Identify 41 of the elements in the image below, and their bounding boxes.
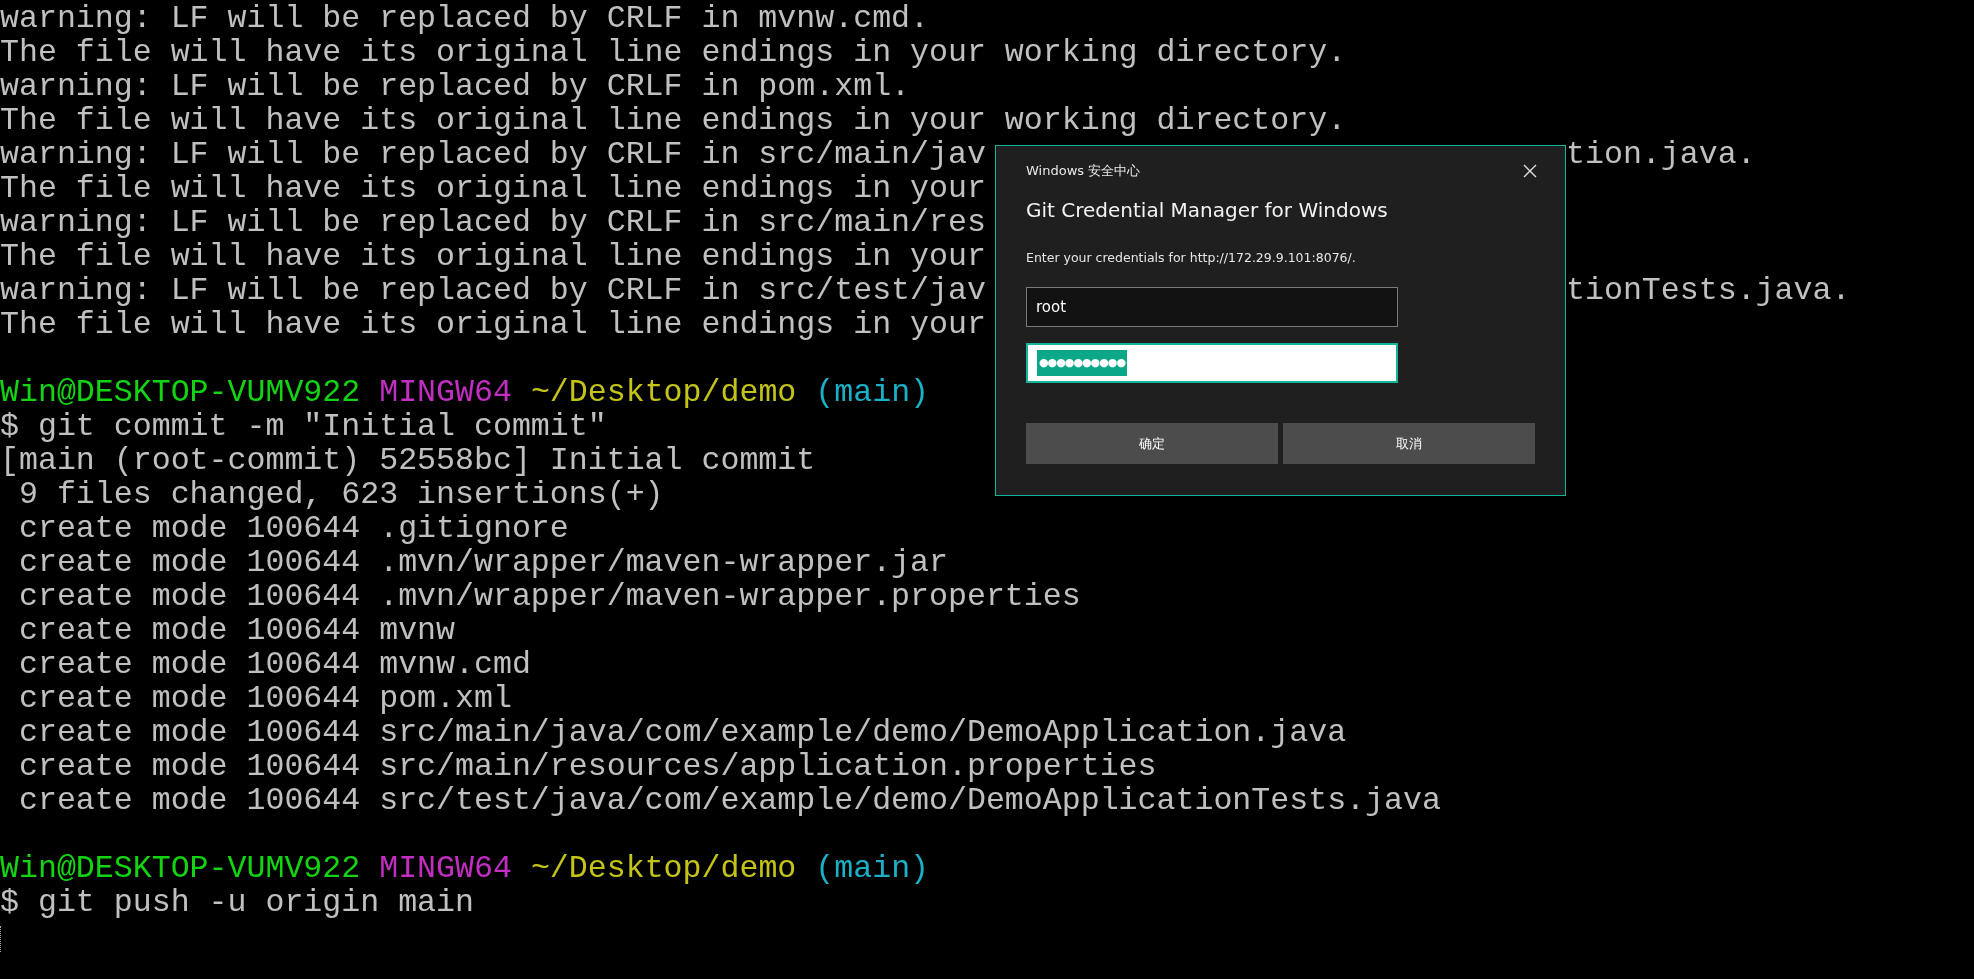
terminal-line: The file will have its original line endings in your working directory.	[0, 103, 1347, 138]
terminal-line: create mode 100644 mvnw.cmd	[17, 647, 531, 682]
terminal-line: $ git commit -m "Initial commit"	[0, 409, 607, 444]
terminal-line: create mode 100644 src/main/resources/application.properties	[17, 749, 1157, 784]
dialog-heading: Git Credential Manager for Windows	[1026, 198, 1389, 222]
terminal-line: create mode 100644 .mvn/wrapper/maven-wrapper.properties	[17, 579, 1081, 614]
terminal-line: The file will have its original line endings in your working directory.	[0, 35, 1347, 70]
terminal-line: warning: LF will be replaced by CRLF in src/main/jav	[0, 138, 986, 172]
terminal-line: warning: LF will be replaced by CRLF in src/main/res	[0, 205, 986, 240]
terminal-line: The file will have its original line endings in your	[0, 307, 986, 342]
prompt-text: MINGW64	[379, 375, 512, 410]
prompt-text: ~/Desktop/demo	[530, 375, 797, 410]
terminal-line: create mode 100644 .mvn/wrapper/maven-wrapper.jar	[17, 545, 948, 580]
terminal-line: create mode 100644 src/main/java/com/example/demo/DemoApplication.java	[17, 715, 1347, 750]
terminal-line: $ git push -u origin main	[0, 885, 474, 920]
ok-button[interactable]: 确定	[1026, 423, 1278, 464]
terminal-line: warning: LF will be replaced by CRLF in src/test/jav	[0, 274, 986, 308]
terminal-line: create mode 100644 src/test/java/com/example/demo/DemoApplicationTests.java	[17, 783, 1441, 818]
close-icon[interactable]	[1523, 164, 1537, 178]
text-cursor	[0, 926, 1, 952]
terminal-line: tion.java.	[1566, 138, 1756, 172]
window-title: Windows 安全中心	[1026, 162, 1141, 180]
terminal-line: The file will have its original line endings in your	[0, 239, 986, 274]
prompt-text: Win@DESKTOP-VUMV922	[0, 851, 361, 886]
terminal-line: create mode 100644 pom.xml	[17, 681, 512, 716]
prompt-text: ~/Desktop/demo	[530, 851, 797, 886]
prompt-text: MINGW64	[379, 851, 512, 886]
terminal-line: The file will have its original line endings in your	[0, 171, 986, 206]
terminal-line: create mode 100644 mvnw	[17, 613, 456, 648]
username-field[interactable]: root	[1026, 287, 1398, 327]
prompt-text: (main)	[815, 851, 930, 886]
cancel-button[interactable]: 取消	[1283, 423, 1535, 464]
terminal-line: 9 files changed, 623 insertions(+)	[17, 477, 664, 512]
dialog-message: Enter your credentials for http://172.29.9.101:8076/.	[1026, 250, 1357, 265]
terminal-line: warning: LF will be replaced by CRLF in mvnw.cmd.	[0, 1, 929, 36]
terminal-line: tionTests.java.	[1566, 274, 1851, 308]
terminal-line: [main (root-commit) 52558bc] Initial commit	[0, 443, 816, 478]
terminal-line: create mode 100644 .gitignore	[17, 511, 569, 546]
prompt-text: (main)	[815, 375, 930, 410]
terminal-line: warning: LF will be replaced by CRLF in pom.xml.	[0, 69, 911, 104]
prompt-text: Win@DESKTOP-VUMV922	[0, 375, 361, 410]
